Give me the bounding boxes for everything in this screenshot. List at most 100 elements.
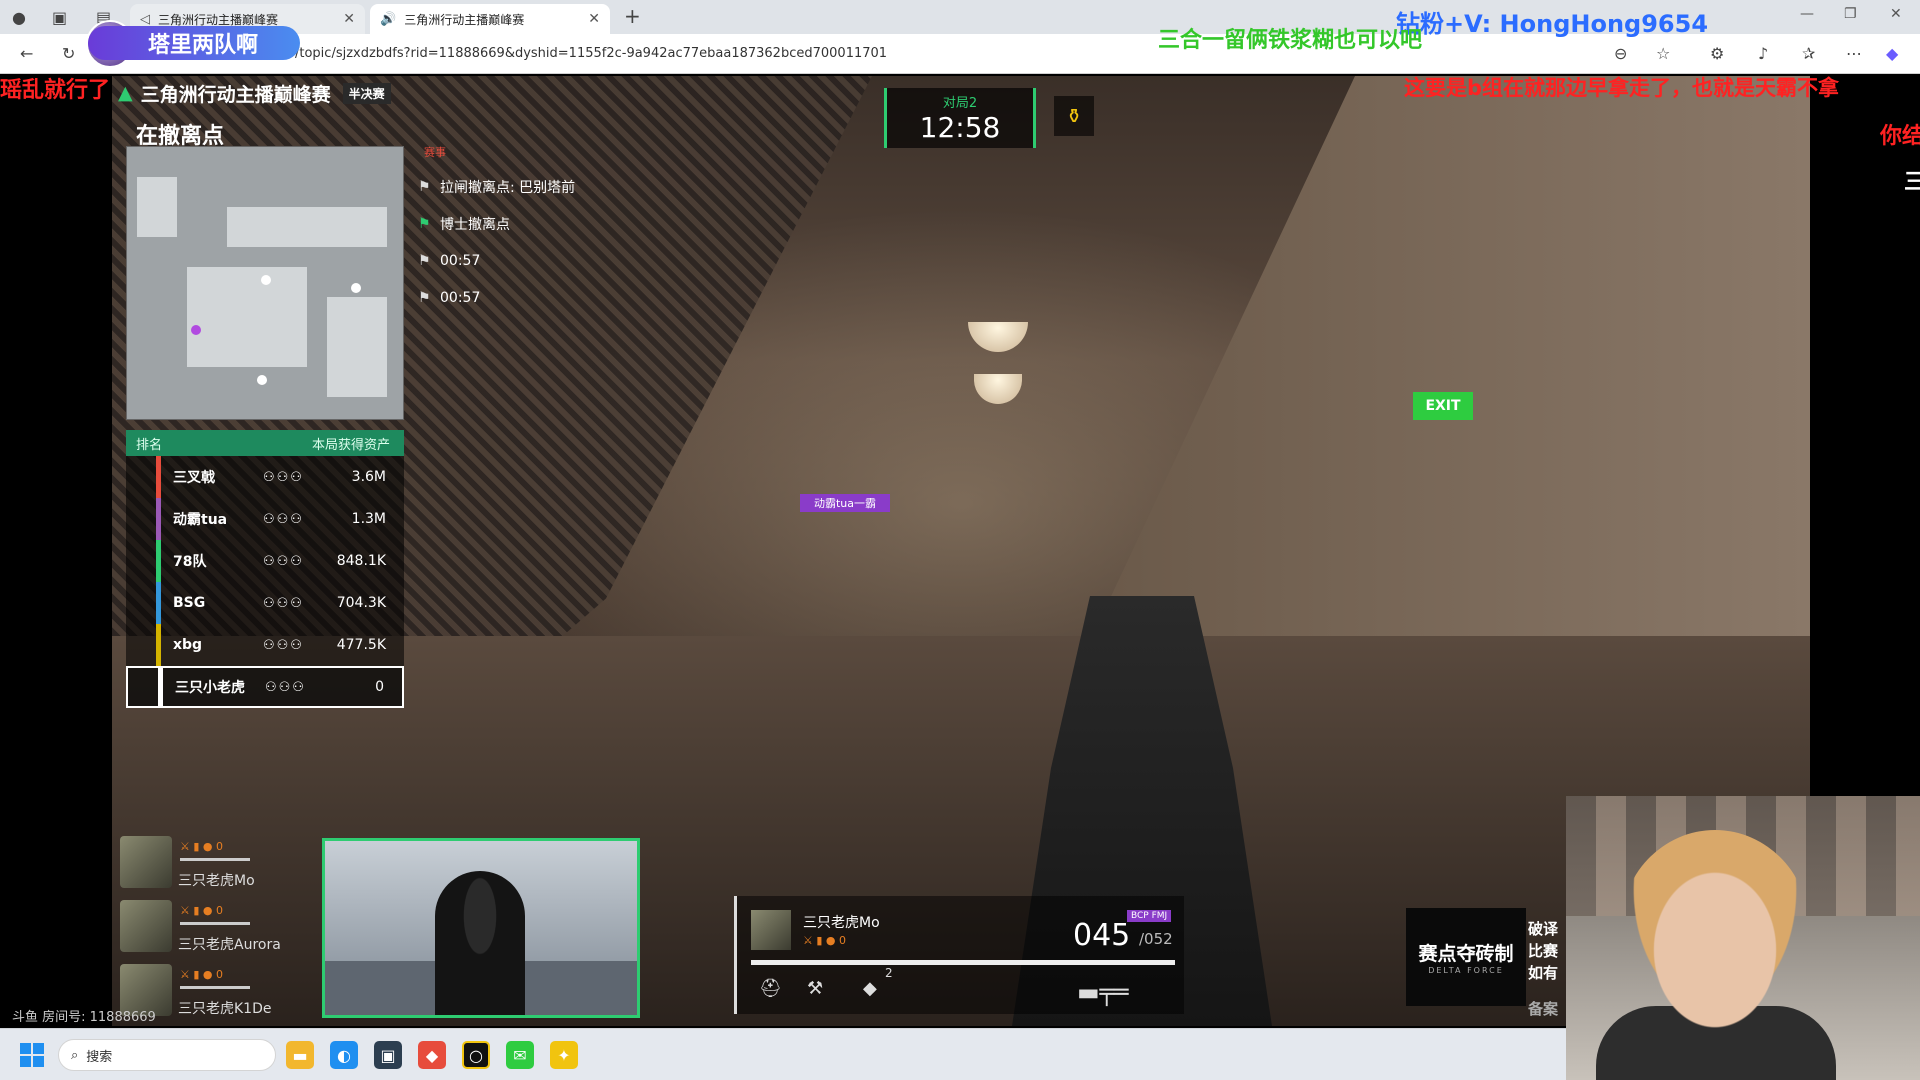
extensions-icon[interactable]: ⚙ — [1710, 44, 1724, 63]
ranking-row: xbg ⚇⚇⚇ 477.5K — [126, 624, 404, 666]
ammo-count: 045 — [1073, 918, 1131, 953]
status-icons: ⚔ ▮ ● 0 — [803, 934, 847, 947]
copilot-icon[interactable]: ◆ — [1886, 44, 1898, 63]
teammate-health — [180, 922, 250, 925]
team-color-bar — [156, 582, 161, 624]
minimize-icon[interactable]: — — [1800, 6, 1814, 22]
ranking-header: 排名 本局获得资产 — [126, 430, 404, 456]
minimap — [126, 146, 404, 420]
refresh-icon[interactable]: ↻ — [62, 44, 75, 63]
ranking-row: 动霸tua ⚇⚇⚇ 1.3M — [126, 498, 404, 540]
team-color-bar — [156, 540, 161, 582]
danmaku-message: 这要是b组在就那边早拿走了，也就是天霸不拿 — [1404, 76, 1840, 100]
close-window-icon[interactable]: ✕ — [1890, 6, 1902, 22]
feed-item: ⚑ 00:57 — [418, 289, 481, 306]
restore-icon[interactable]: ❐ — [1844, 6, 1857, 22]
status-icons: ⚔ ▮ ● 0 — [180, 840, 224, 853]
status-icons: ⚔ ▮ ● 0 — [180, 904, 224, 917]
workspaces-icon[interactable]: ▣ — [52, 8, 67, 27]
team-color-bar — [156, 456, 161, 498]
health-bar — [751, 960, 1175, 965]
more-icon[interactable]: ⋯ — [1846, 44, 1862, 63]
match-timer: 对局2 12:58 — [884, 88, 1036, 148]
runner-icon: ⚑ — [418, 252, 431, 269]
close-tab-icon[interactable]: ✕ — [588, 11, 600, 27]
feed-item: ⚑ 00:57 — [418, 252, 481, 269]
sponsor-logo: 赛点夺砖制 DELTA FORCE — [1406, 908, 1526, 1006]
runner-icon: ⚑ — [418, 178, 431, 195]
edge-icon[interactable]: ◐ — [330, 1041, 358, 1069]
ranking-row: 三叉戟 ⚇⚇⚇ 3.6M — [126, 456, 404, 498]
map-room — [187, 267, 307, 367]
players-icon: ⚇⚇⚇ — [263, 511, 304, 527]
runner-icon: ⚑ — [418, 289, 431, 306]
streamer-webcam — [1566, 796, 1920, 1080]
danmaku-message: 三 — [1904, 170, 1920, 195]
tab-1-label: 三角洲行动主播巅峰赛 — [158, 12, 279, 27]
app-icon[interactable]: ✦ — [550, 1041, 578, 1069]
player-name: 三只老虎Mo — [803, 915, 880, 931]
start-button[interactable] — [20, 1043, 44, 1067]
players-icon: ⚇⚇⚇ — [263, 469, 304, 485]
status-icons: ⚔ ▮ ● 0 — [180, 968, 224, 981]
grenade-count: 2 — [885, 966, 893, 980]
enemy-marker — [191, 325, 201, 335]
teammate: ⚔ ▮ ● 0 三只老虎Aurora — [120, 900, 290, 958]
close-tab-icon[interactable]: ✕ — [343, 11, 355, 27]
players-icon: ⚇⚇⚇ — [263, 595, 304, 611]
ranking-row: BSG ⚇⚇⚇ 704.3K — [126, 582, 404, 624]
map-room — [327, 297, 387, 397]
rifle-icon: ▬╤═ — [1077, 978, 1129, 1006]
runner-icon: ⚑ — [418, 215, 431, 232]
favorites-icon[interactable]: ✰ — [1802, 44, 1815, 63]
danmaku-message: 钻粉+V: HongHong9654 — [1396, 10, 1709, 38]
file-explorer-icon[interactable]: ▬ — [286, 1041, 314, 1069]
back-icon[interactable]: ← — [20, 44, 33, 63]
player-marker — [257, 375, 267, 385]
map-room — [137, 177, 177, 237]
map-room — [227, 207, 387, 247]
player-marker — [261, 275, 271, 285]
event-title: ▲ 三角洲行动主播巅峰赛 半决赛 — [118, 78, 391, 108]
profile-icon[interactable]: ● — [12, 8, 26, 27]
feed-item: ⚑ 博士撤离点 — [418, 215, 510, 233]
taskbar-search[interactable]: ⌕ 搜索 — [58, 1039, 276, 1071]
mute-icon[interactable]: ◁ — [140, 12, 150, 27]
players-icon: ⚇⚇⚇ — [263, 637, 304, 653]
speaker-icon[interactable]: 🔊 — [380, 12, 396, 27]
tab-2-label: 三角洲行动主播巅峰赛 — [404, 12, 525, 27]
danmaku-message: 你结 — [1880, 124, 1920, 149]
team-color-bar — [156, 498, 161, 540]
reader-icon[interactable]: ⊖ — [1614, 44, 1627, 63]
split-icon[interactable]: ♪ — [1758, 44, 1768, 63]
chandelier — [974, 374, 1022, 404]
teammate-health — [180, 858, 250, 861]
new-tab-icon[interactable]: + — [624, 4, 641, 28]
player-avatar — [751, 910, 791, 950]
streamer-face — [1620, 830, 1810, 1030]
ranking-row-selected: 三只小老虎 ⚇⚇⚇ 0 — [126, 666, 404, 708]
terminal-icon[interactable]: ▣ — [374, 1041, 402, 1069]
taskbar: ⌕ 搜索 ▬ ◐ ▣ ◆ ○ ✉ ✦ — [0, 1028, 1566, 1080]
wechat-icon[interactable]: ✉ — [506, 1041, 534, 1069]
exit-sign: EXIT — [1413, 392, 1473, 420]
favorite-icon[interactable]: ☆ — [1656, 44, 1670, 63]
ammo-reserve: /052 — [1139, 930, 1173, 948]
player-webcam — [322, 838, 640, 1018]
teammate-avatar — [120, 836, 172, 888]
app-icon[interactable]: ◆ — [418, 1041, 446, 1069]
timer-value: 12:58 — [919, 111, 1001, 144]
grenade-icon: ◆ — [863, 978, 877, 999]
weapon-hud: 三只老虎Mo ⚔ ▮ ● 0 BCP FMJ 045 /052 ⛑ ⚒ ◆ 2 … — [734, 896, 1184, 1014]
ranking-table: 排名 本局获得资产 三叉戟 ⚇⚇⚇ 3.6M 动霸tua ⚇⚇⚇ 1.3M 78… — [126, 430, 404, 708]
ranking-row: 78队 ⚇⚇⚇ 848.1K — [126, 540, 404, 582]
search-icon: ⌕ — [71, 1047, 79, 1063]
team-color-bar — [158, 668, 163, 706]
tab-2[interactable]: 🔊 三角洲行动主播巅峰赛 ✕ — [370, 4, 610, 34]
teammate: ⚔ ▮ ● 0 三只老虎Mo — [120, 836, 290, 894]
url-field[interactable]: /topic/sjzxdzbdfs?rid=11888669&dyshid=11… — [295, 46, 887, 61]
helmet-icon: ⛑ — [759, 978, 782, 999]
teammate-avatar — [120, 900, 172, 952]
app-icon[interactable]: ○ — [462, 1041, 490, 1069]
player-figure — [435, 871, 525, 1015]
